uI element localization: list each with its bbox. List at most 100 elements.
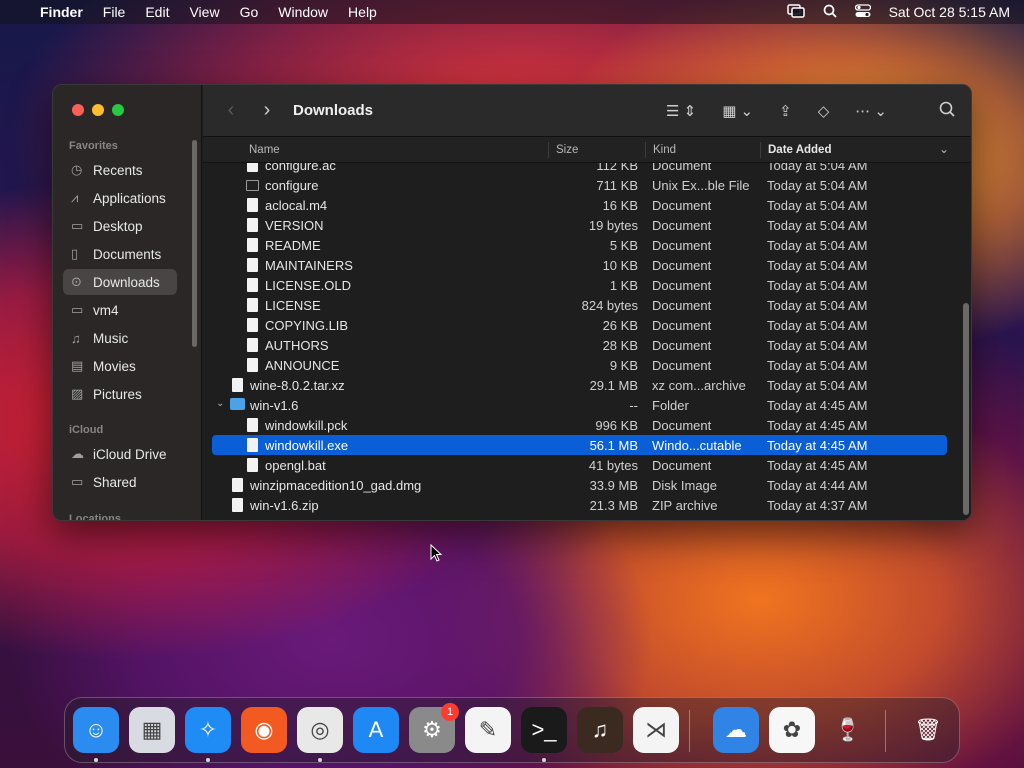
file-size: 1 KB	[609, 278, 638, 293]
file-row[interactable]: wine-8.0.2.tar.xz 29.1 MB xz com...archive…	[212, 375, 947, 395]
weather-icon[interactable]: ☁	[713, 707, 759, 753]
file-row[interactable]: win-v1.6.zip 21.3 MB ZIP archive Today at 4…	[212, 495, 947, 515]
zoom-window-button[interactable]	[112, 104, 124, 116]
document-icon	[247, 318, 258, 332]
file-row[interactable]: windowkill.exe 56.1 MB Windo...cutable Toda…	[212, 435, 947, 455]
sidebar-item-recents[interactable]: ◷ Recents	[63, 157, 177, 183]
sidebar-item-label: Desktop	[93, 218, 143, 234]
document-icon	[247, 258, 258, 272]
tag-icon[interactable]: ◇	[818, 102, 830, 120]
sidebar-item-label: Downloads	[93, 274, 160, 290]
file-row[interactable]: LICENSE 824 bytes Document Today at 5:04 AM	[212, 295, 947, 315]
file-row[interactable]: LICENSE.OLD 1 KB Document Today at 5:04 AM	[212, 275, 947, 295]
control-center-icon[interactable]	[854, 3, 871, 21]
sidebar-item-movies[interactable]: ▤ Movies	[63, 353, 177, 379]
file-row[interactable]: ⌄ win-v1.6 -- Folder Today at 4:45 AM	[212, 395, 947, 415]
search-icon[interactable]	[939, 101, 955, 121]
file-row[interactable]: windowkill.pck 996 KB Document Today at 4:4…	[212, 415, 947, 435]
chrome-icon[interactable]: ◎	[297, 707, 343, 753]
sidebar-scrollbar[interactable]	[192, 140, 197, 347]
disclosure-triangle-icon[interactable]: ⌄	[216, 398, 224, 409]
sidebar-item-downloads[interactable]: ⊙ Downloads	[63, 269, 177, 295]
minimize-window-button[interactable]	[92, 104, 104, 116]
file-row[interactable]: VERSION 19 bytes Document Today at 5:04 AM	[212, 215, 947, 235]
finder-window: Favorites ◷ Recents ⩘ Applications ▭ Des…	[52, 84, 972, 521]
menu-file[interactable]: File	[103, 4, 126, 20]
vscode-icon[interactable]: ⋊	[633, 707, 679, 753]
more-actions-icon[interactable]: ⋯ ⌄	[855, 102, 887, 120]
sidebar-item-label: Movies	[93, 358, 136, 374]
file-kind: Unix Ex...ble File	[652, 178, 750, 193]
file-row[interactable]: ANNOUNCE 9 KB Document Today at 5:04 AM	[212, 355, 947, 375]
file-row[interactable]: AUTHORS 28 KB Document Today at 5:04 AM	[212, 335, 947, 355]
menu-app-name[interactable]: Finder	[40, 4, 83, 20]
textedit-icon[interactable]: ✎	[465, 707, 511, 753]
column-kind[interactable]: Kind	[653, 144, 676, 156]
column-size[interactable]: Size	[556, 144, 578, 156]
sidebar-item-desktop[interactable]: ▭ Desktop	[63, 213, 177, 239]
close-window-button[interactable]	[72, 104, 84, 116]
sort-chevron-icon[interactable]: ⌄	[939, 142, 949, 156]
screen-mirroring-icon[interactable]	[786, 3, 805, 21]
file-name: ANNOUNCE	[265, 358, 340, 373]
sidebar-item-documents[interactable]: ▯ Documents	[63, 241, 177, 267]
file-row[interactable]: MAINTAINERS 10 KB Document Today at 5:04 AM	[212, 255, 947, 275]
file-size: 824 bytes	[581, 298, 638, 313]
column-name[interactable]: Name	[249, 144, 280, 156]
safari-icon[interactable]: ✧	[185, 707, 231, 753]
launchpad-icon[interactable]: ▦	[129, 707, 175, 753]
wine-glass-icon[interactable]: 🍷	[825, 707, 871, 753]
menu-window[interactable]: Window	[278, 4, 328, 20]
list-view-icon[interactable]: ☰ ⇕	[666, 102, 696, 120]
file-row[interactable]: aclocal.m4 16 KB Document Today at 5:04 AM	[212, 195, 947, 215]
file-list-scrollbar[interactable]	[963, 303, 969, 515]
file-date-added: Today at 4:45 AM	[767, 438, 868, 453]
sidebar-item-label: iCloud Drive	[93, 446, 167, 462]
sidebar-item-icloud-drive[interactable]: ☁ iCloud Drive	[63, 441, 177, 467]
sidebar-item-label: Applications	[93, 190, 166, 206]
forward-icon[interactable]: ›	[249, 99, 285, 122]
file-row[interactable]: winzipmacedition10_gad.dmg 33.9 MB Disk Im…	[212, 475, 947, 495]
sidebar-section-icloud: iCloud	[69, 424, 104, 436]
trash-icon[interactable]: 🗑	[905, 707, 951, 753]
file-row[interactable]: COPYING.LIB 26 KB Document Today at 5:04 AM	[212, 315, 947, 335]
sidebar-item-applications[interactable]: ⩘ Applications	[63, 185, 177, 211]
document-icon	[247, 298, 258, 312]
file-name: wine-8.0.2.tar.xz	[250, 378, 345, 393]
photos-icon[interactable]: ✿	[769, 707, 815, 753]
file-date-added: Today at 5:04 AM	[767, 378, 868, 393]
sidebar-item-shared[interactable]: ▭ Shared	[63, 469, 177, 495]
menu-view[interactable]: View	[189, 4, 219, 20]
file-kind: Document	[652, 358, 712, 373]
firefox-icon[interactable]: ◉	[241, 707, 287, 753]
file-kind: Folder	[652, 398, 689, 413]
menu-edit[interactable]: Edit	[145, 4, 169, 20]
file-row[interactable]: configure 711 KB Unix Ex...ble File Today a…	[212, 175, 947, 195]
guitar-icon[interactable]: ♫	[577, 707, 623, 753]
file-size: 41 bytes	[588, 458, 638, 473]
file-name: windowkill.exe	[265, 438, 349, 453]
sidebar-item-music[interactable]: ♫ Music	[63, 325, 177, 351]
app-store-icon[interactable]: A	[353, 707, 399, 753]
menu-go[interactable]: Go	[240, 4, 259, 20]
terminal-icon[interactable]: >_	[521, 707, 567, 753]
file-row[interactable]: configure.ac 112 KB Document Today at 5:04 …	[212, 163, 947, 175]
music-icon: ♫	[71, 330, 81, 346]
file-size: 112 KB	[596, 163, 638, 173]
settings-icon[interactable]: ⚙ 1	[409, 703, 459, 753]
sidebar-item-pictures[interactable]: ▨ Pictures	[63, 381, 177, 407]
menu-help[interactable]: Help	[348, 4, 377, 20]
share-icon[interactable]: ⇪	[779, 102, 792, 120]
column-date-added[interactable]: Date Added	[768, 144, 831, 156]
file-row[interactable]: README 5 KB Document Today at 5:04 AM	[212, 235, 947, 255]
menu-clock[interactable]: Sat Oct 28 5:15 AM	[889, 4, 1010, 20]
file-row[interactable]: opengl.bat 41 bytes Document Today at 4:45 …	[212, 455, 947, 475]
spotlight-search-icon[interactable]	[823, 4, 837, 21]
back-icon[interactable]: ‹	[213, 99, 249, 122]
sidebar-item-vm4[interactable]: ▭ vm4	[63, 297, 177, 323]
file-name: windowkill.pck	[265, 418, 348, 433]
file-size: 33.9 MB	[589, 478, 638, 493]
document-icon	[247, 458, 258, 472]
finder-icon[interactable]: ☺	[73, 707, 119, 753]
group-view-icon[interactable]: ▦ ⌄	[722, 102, 753, 120]
